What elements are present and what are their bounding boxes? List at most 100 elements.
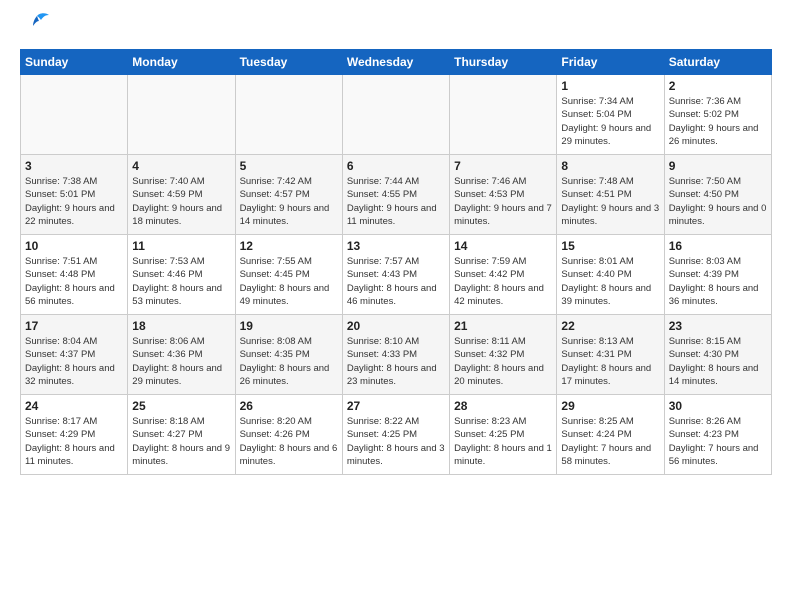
day-info: Sunrise: 7:50 AM Sunset: 4:50 PM Dayligh… [669,175,767,228]
calendar-cell: 5 Sunrise: 7:42 AM Sunset: 4:57 PM Daylig… [235,155,342,235]
calendar-cell [21,75,128,155]
day-number: 10 [25,239,123,253]
day-info: Sunrise: 8:10 AM Sunset: 4:33 PM Dayligh… [347,335,445,388]
day-number: 27 [347,399,445,413]
col-wednesday: Wednesday [342,50,449,75]
day-info: Sunrise: 8:01 AM Sunset: 4:40 PM Dayligh… [561,255,659,308]
page: Sunday Monday Tuesday Wednesday Thursday… [0,0,792,485]
calendar-cell: 15Sunrise: 8:01 AM Sunset: 4:40 PM Dayli… [557,235,664,315]
day-number: 21 [454,319,552,333]
day-number: 20 [347,319,445,333]
calendar-cell: 9 Sunrise: 7:50 AM Sunset: 4:50 PM Daylig… [664,155,771,235]
day-number: 19 [240,319,338,333]
day-info: Sunrise: 8:25 AM Sunset: 4:24 PM Dayligh… [561,415,659,468]
day-info: Sunrise: 7:34 AM Sunset: 5:04 PM Dayligh… [561,95,659,148]
col-friday: Friday [557,50,664,75]
day-number: 13 [347,239,445,253]
day-info: Sunrise: 7:40 AM Sunset: 4:59 PM Dayligh… [132,175,230,228]
day-info: Sunrise: 8:11 AM Sunset: 4:32 PM Dayligh… [454,335,552,388]
calendar-cell: 16 Sunrise: 8:03 AM Sunset: 4:39 PM Dayli… [664,235,771,315]
day-number: 22 [561,319,659,333]
calendar-cell: 21 Sunrise: 8:11 AM Sunset: 4:32 PM Dayli… [450,315,557,395]
calendar-cell: 26Sunrise: 8:20 AM Sunset: 4:26 PM Dayli… [235,395,342,475]
day-number: 6 [347,159,445,173]
calendar-cell [128,75,235,155]
day-info: Sunrise: 7:44 AM Sunset: 4:55 PM Dayligh… [347,175,445,228]
day-info: Sunrise: 8:23 AM Sunset: 4:25 PM Dayligh… [454,415,552,468]
day-number: 4 [132,159,230,173]
day-info: Sunrise: 8:17 AM Sunset: 4:29 PM Dayligh… [25,415,123,468]
calendar-cell: 19 Sunrise: 8:08 AM Sunset: 4:35 PM Dayli… [235,315,342,395]
col-saturday: Saturday [664,50,771,75]
day-number: 7 [454,159,552,173]
calendar-cell: 20 Sunrise: 8:10 AM Sunset: 4:33 PM Dayli… [342,315,449,395]
col-monday: Monday [128,50,235,75]
calendar-cell: 14 Sunrise: 7:59 AM Sunset: 4:42 PM Dayli… [450,235,557,315]
calendar-cell: 29 Sunrise: 8:25 AM Sunset: 4:24 PM Dayli… [557,395,664,475]
logo [20,16,51,41]
day-info: Sunrise: 8:13 AM Sunset: 4:31 PM Dayligh… [561,335,659,388]
calendar-cell: 2 Sunrise: 7:36 AM Sunset: 5:02 PM Daylig… [664,75,771,155]
day-info: Sunrise: 7:55 AM Sunset: 4:45 PM Dayligh… [240,255,338,308]
calendar-cell: 28 Sunrise: 8:23 AM Sunset: 4:25 PM Dayli… [450,395,557,475]
day-number: 16 [669,239,767,253]
calendar-header-row: Sunday Monday Tuesday Wednesday Thursday… [21,50,772,75]
calendar-cell [342,75,449,155]
day-number: 24 [25,399,123,413]
calendar-cell: 22 Sunrise: 8:13 AM Sunset: 4:31 PM Dayli… [557,315,664,395]
day-number: 11 [132,239,230,253]
calendar-cell: 24 Sunrise: 8:17 AM Sunset: 4:29 PM Dayli… [21,395,128,475]
logo-bird-icon [23,12,51,41]
day-info: Sunrise: 8:15 AM Sunset: 4:30 PM Dayligh… [669,335,767,388]
calendar-cell: 13 Sunrise: 7:57 AM Sunset: 4:43 PM Dayli… [342,235,449,315]
calendar-cell: 11 Sunrise: 7:53 AM Sunset: 4:46 PM Dayli… [128,235,235,315]
calendar-cell: 10Sunrise: 7:51 AM Sunset: 4:48 PM Dayli… [21,235,128,315]
day-info: Sunrise: 8:08 AM Sunset: 4:35 PM Dayligh… [240,335,338,388]
calendar-cell: 18Sunrise: 8:06 AM Sunset: 4:36 PM Dayli… [128,315,235,395]
day-number: 12 [240,239,338,253]
calendar-cell: 12 Sunrise: 7:55 AM Sunset: 4:45 PM Dayli… [235,235,342,315]
day-number: 23 [669,319,767,333]
col-thursday: Thursday [450,50,557,75]
calendar-cell: 1 Sunrise: 7:34 AM Sunset: 5:04 PM Daylig… [557,75,664,155]
day-number: 29 [561,399,659,413]
day-info: Sunrise: 7:38 AM Sunset: 5:01 PM Dayligh… [25,175,123,228]
calendar-week-1: 1 Sunrise: 7:34 AM Sunset: 5:04 PM Daylig… [21,75,772,155]
day-info: Sunrise: 7:59 AM Sunset: 4:42 PM Dayligh… [454,255,552,308]
day-info: Sunrise: 7:36 AM Sunset: 5:02 PM Dayligh… [669,95,767,148]
day-number: 14 [454,239,552,253]
day-number: 30 [669,399,767,413]
day-number: 8 [561,159,659,173]
calendar-week-5: 24 Sunrise: 8:17 AM Sunset: 4:29 PM Dayli… [21,395,772,475]
day-info: Sunrise: 8:03 AM Sunset: 4:39 PM Dayligh… [669,255,767,308]
day-number: 28 [454,399,552,413]
col-sunday: Sunday [21,50,128,75]
calendar-cell: 25 Sunrise: 8:18 AM Sunset: 4:27 PM Dayli… [128,395,235,475]
day-number: 18 [132,319,230,333]
day-info: Sunrise: 8:26 AM Sunset: 4:23 PM Dayligh… [669,415,767,468]
calendar-cell: 3 Sunrise: 7:38 AM Sunset: 5:01 PM Daylig… [21,155,128,235]
calendar-week-4: 17Sunrise: 8:04 AM Sunset: 4:37 PM Dayli… [21,315,772,395]
day-info: Sunrise: 7:46 AM Sunset: 4:53 PM Dayligh… [454,175,552,228]
day-number: 9 [669,159,767,173]
calendar-cell: 7 Sunrise: 7:46 AM Sunset: 4:53 PM Daylig… [450,155,557,235]
day-number: 3 [25,159,123,173]
calendar-week-3: 10Sunrise: 7:51 AM Sunset: 4:48 PM Dayli… [21,235,772,315]
calendar-week-2: 3 Sunrise: 7:38 AM Sunset: 5:01 PM Daylig… [21,155,772,235]
day-number: 17 [25,319,123,333]
day-info: Sunrise: 8:22 AM Sunset: 4:25 PM Dayligh… [347,415,445,468]
day-number: 25 [132,399,230,413]
day-number: 1 [561,79,659,93]
calendar-cell: 23 Sunrise: 8:15 AM Sunset: 4:30 PM Dayli… [664,315,771,395]
header [20,16,772,41]
day-info: Sunrise: 7:53 AM Sunset: 4:46 PM Dayligh… [132,255,230,308]
day-number: 26 [240,399,338,413]
day-number: 2 [669,79,767,93]
day-info: Sunrise: 8:18 AM Sunset: 4:27 PM Dayligh… [132,415,230,468]
calendar-cell: 30 Sunrise: 8:26 AM Sunset: 4:23 PM Dayli… [664,395,771,475]
day-info: Sunrise: 7:42 AM Sunset: 4:57 PM Dayligh… [240,175,338,228]
calendar-cell: 27 Sunrise: 8:22 AM Sunset: 4:25 PM Dayli… [342,395,449,475]
day-info: Sunrise: 7:57 AM Sunset: 4:43 PM Dayligh… [347,255,445,308]
calendar-cell: 8Sunrise: 7:48 AM Sunset: 4:51 PM Daylig… [557,155,664,235]
day-number: 5 [240,159,338,173]
